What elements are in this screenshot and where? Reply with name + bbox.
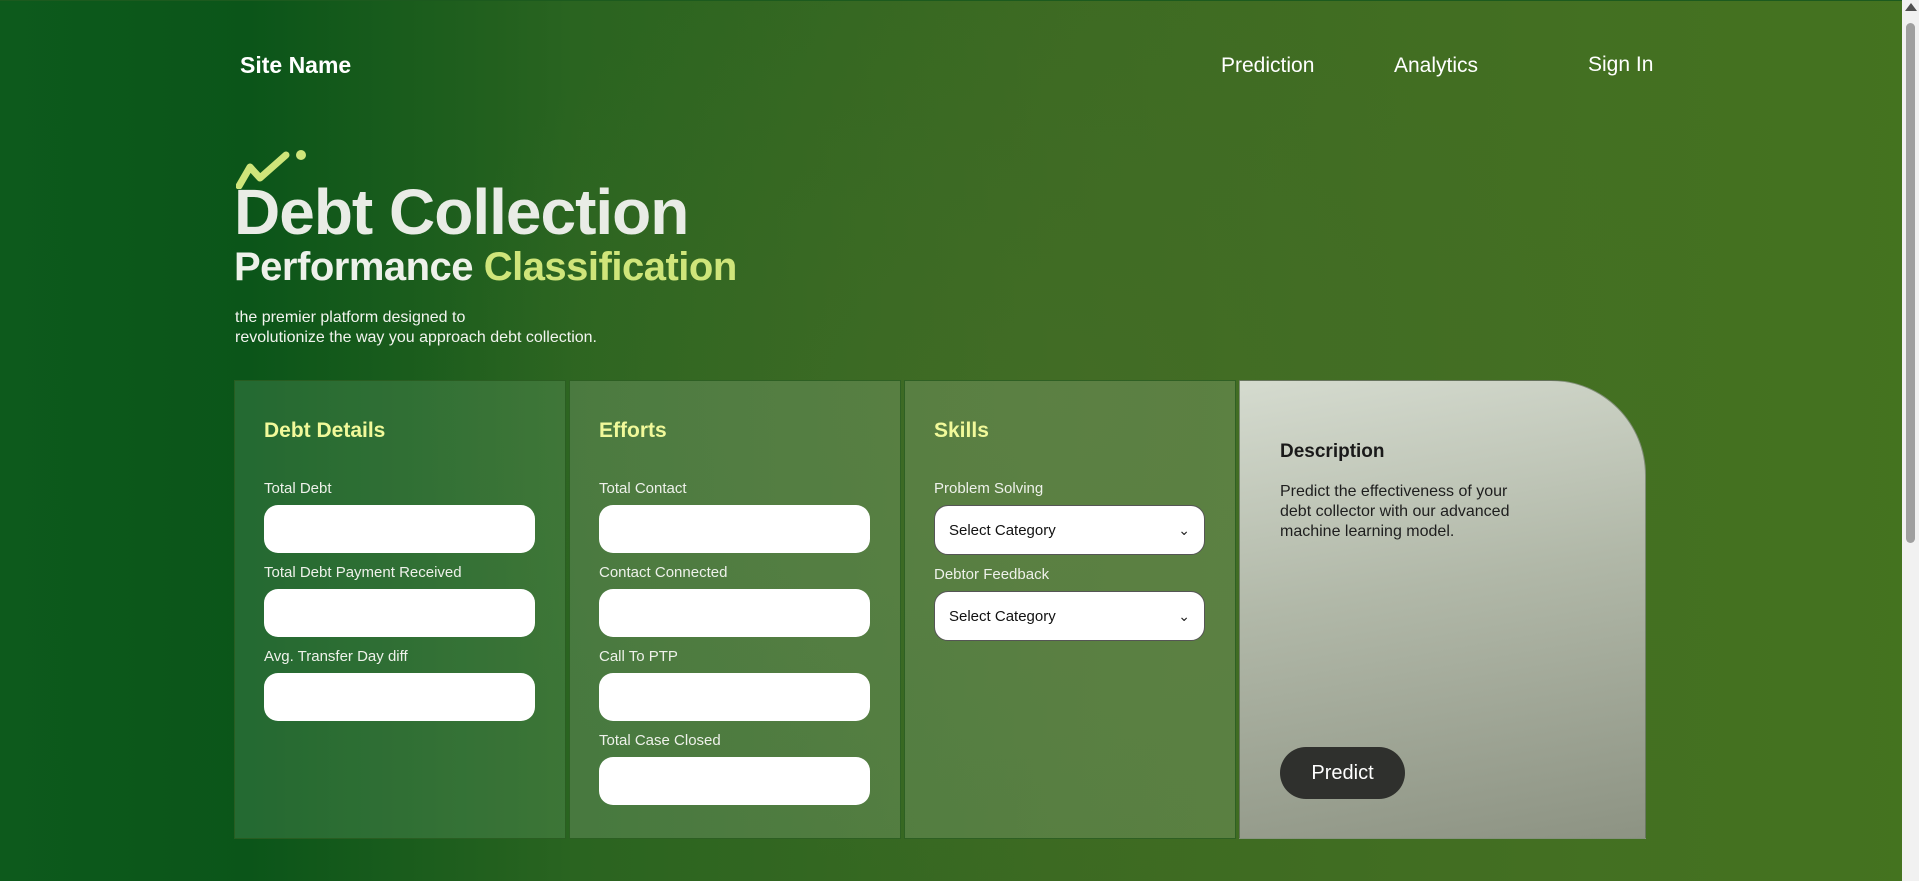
hero-tagline-line-2: revolutionize the way you approach debt … xyxy=(235,329,597,346)
nav-link-analytics[interactable]: Analytics xyxy=(1394,54,1478,78)
select-value: Select Category xyxy=(949,521,1056,539)
panel-title: Debt Details xyxy=(264,419,386,442)
total-contact-label: Total Contact xyxy=(599,480,687,497)
problem-solving-select[interactable]: Select Category ⌄ xyxy=(934,505,1205,555)
call-to-ptp-input[interactable] xyxy=(599,673,870,721)
total-debt-label: Total Debt xyxy=(264,480,332,497)
avg-transfer-day-diff-label: Avg. Transfer Day diff xyxy=(264,648,408,665)
vertical-scrollbar[interactable] xyxy=(1902,0,1919,881)
total-case-closed-label: Total Case Closed xyxy=(599,732,721,749)
total-debt-payment-received-input[interactable] xyxy=(264,589,535,637)
scroll-up-arrow-icon[interactable] xyxy=(1905,3,1917,11)
total-case-closed-input[interactable] xyxy=(599,757,870,805)
debtor-feedback-select[interactable]: Select Category ⌄ xyxy=(934,591,1205,641)
skills-panel: Skills Problem Solving Select Category ⌄… xyxy=(904,380,1236,839)
total-debt-payment-received-label: Total Debt Payment Received xyxy=(264,564,462,581)
hero-subtitle-accent: Classification xyxy=(483,245,738,289)
contact-connected-input[interactable] xyxy=(599,589,870,637)
nav-link-prediction[interactable]: Prediction xyxy=(1221,54,1314,78)
nav-link-sign-in[interactable]: Sign In xyxy=(1588,53,1653,77)
description-title: Description xyxy=(1280,441,1385,462)
hero-tagline-line-1: the premier platform designed to xyxy=(235,309,466,326)
hero-subtitle-main: Performance xyxy=(234,245,474,289)
description-panel: Description Predict the effectiveness of… xyxy=(1239,380,1646,839)
problem-solving-label: Problem Solving xyxy=(934,480,1044,497)
panel-title: Efforts xyxy=(599,419,667,442)
hero-subtitle: Performance Classification xyxy=(234,245,737,290)
hero-tagline: the premier platform designed to revolut… xyxy=(235,308,597,348)
select-value: Select Category xyxy=(949,607,1056,625)
debtor-feedback-label: Debtor Feedback xyxy=(934,566,1050,583)
site-name[interactable]: Site Name xyxy=(240,52,351,79)
chevron-down-icon: ⌄ xyxy=(1178,607,1190,624)
debt-details-panel: Debt Details Total Debt Total Debt Payme… xyxy=(234,380,566,839)
total-debt-input[interactable] xyxy=(264,505,535,553)
call-to-ptp-label: Call To PTP xyxy=(599,648,678,665)
predict-button[interactable]: Predict xyxy=(1280,747,1405,799)
contact-connected-label: Contact Connected xyxy=(599,564,728,581)
scrollbar-thumb[interactable] xyxy=(1906,23,1915,543)
efforts-panel: Efforts Total Contact Contact Connected … xyxy=(569,380,901,839)
avg-transfer-day-diff-input[interactable] xyxy=(264,673,535,721)
chevron-down-icon: ⌄ xyxy=(1178,521,1190,538)
hero-title: Debt Collection xyxy=(234,176,689,248)
total-contact-input[interactable] xyxy=(599,505,870,553)
panel-title: Skills xyxy=(934,419,989,442)
top-nav: Site Name Prediction Analytics Sign In xyxy=(0,0,1902,130)
description-text: Predict the effectiveness of your debt c… xyxy=(1280,483,1510,540)
